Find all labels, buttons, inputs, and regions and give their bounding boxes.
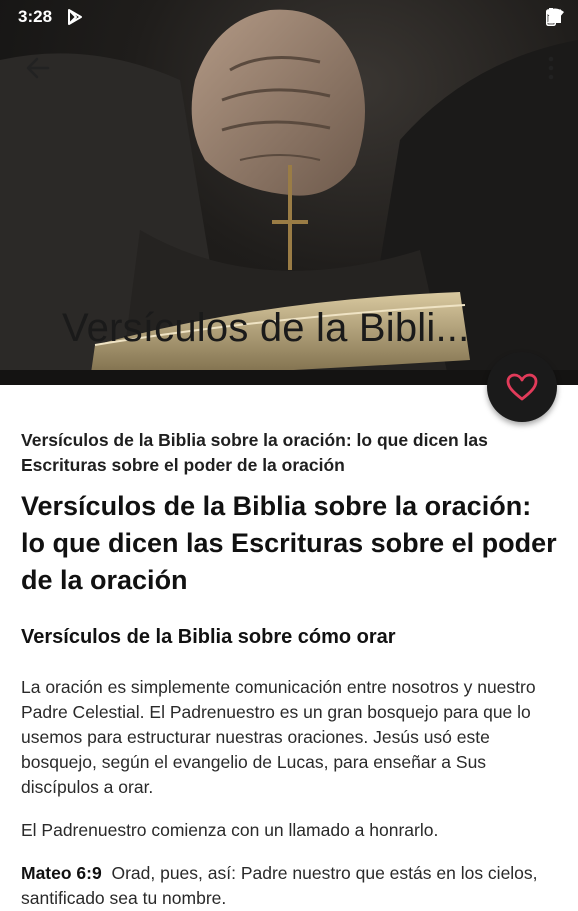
paragraph: El Padrenuestro comienza con un llamado … [21,820,439,840]
back-button[interactable] [22,52,54,84]
article-heading: Versículos de la Biblia sobre la oración… [21,491,557,595]
status-bar: 3:28 [0,0,578,34]
heart-outline-icon [506,373,538,401]
article-content: Versículos de la Biblia sobre la oración… [21,428,561,911]
more-options-button[interactable] [546,54,556,82]
article-subtitle: Versículos de la Biblia sobre la oración… [21,430,488,475]
more-vert-icon [548,56,554,80]
verse-paragraph: Mateo 6:9 Orad, pues, así: Padre nuestro… [21,861,561,911]
status-time: 3:28 [18,7,53,26]
verse-reference: Mateo 6:9 [21,863,102,883]
favorite-button[interactable] [487,352,557,422]
paragraph: La oración es simplemente comunicación e… [21,677,536,797]
header-image: 3:28 Versículos de la Bibli... [0,0,578,385]
arrow-back-icon [26,57,50,79]
section-heading: Versículos de la Biblia sobre cómo orar [21,626,396,648]
toolbar-title: Versículos de la Bibli... [62,306,470,350]
